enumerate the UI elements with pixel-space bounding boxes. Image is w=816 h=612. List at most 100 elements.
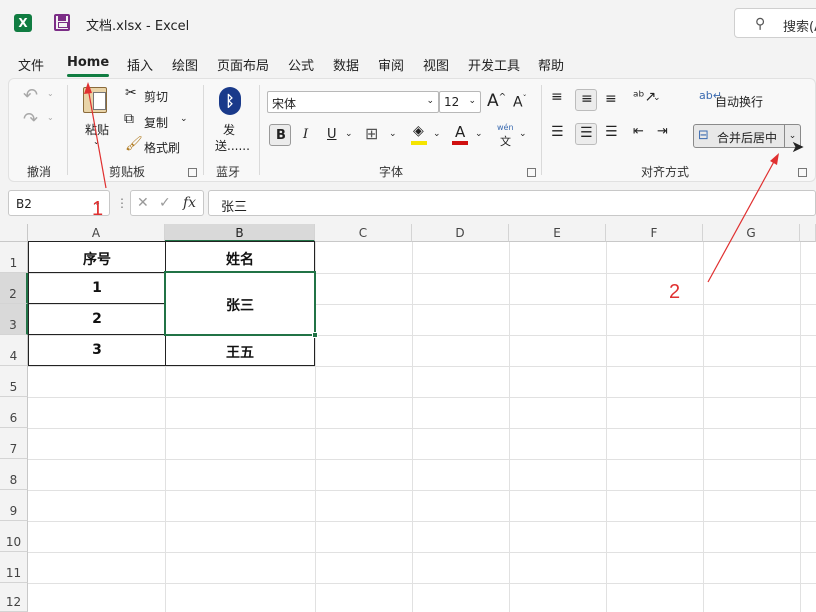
tab-home[interactable]: Home <box>67 55 110 77</box>
cell-a1-text: 序号 <box>83 252 111 268</box>
tab-page-layout[interactable]: 页面布局 <box>217 55 269 74</box>
more-options-icon[interactable]: ⋮ <box>116 196 128 210</box>
tab-view[interactable]: 视图 <box>423 55 449 74</box>
tab-data[interactable]: 数据 <box>333 55 359 74</box>
cut-icon[interactable]: ✂ <box>125 85 137 101</box>
copy-icon[interactable]: ⧉ <box>124 111 134 127</box>
borders-dropdown-icon[interactable]: ⌄ <box>389 129 397 139</box>
copy-dropdown-icon[interactable]: ⌄ <box>180 114 188 124</box>
worksheet-grid[interactable]: A B C D E F G 1 2 3 4 5 6 7 8 9 10 11 12… <box>0 224 816 612</box>
undo-icon[interactable]: ↶ <box>23 85 38 106</box>
font-name-value: 宋体 <box>272 97 297 111</box>
phonetic-guide-top[interactable]: wén <box>497 123 514 132</box>
tab-draw[interactable]: 绘图 <box>172 55 198 74</box>
column-header-next[interactable] <box>800 224 816 242</box>
row-header-5[interactable]: 5 <box>0 366 28 397</box>
cancel-icon[interactable]: ✕ <box>137 195 149 211</box>
format-painter-button[interactable]: 格式刷 <box>144 139 180 156</box>
column-header-d[interactable]: D <box>412 224 509 242</box>
paste-dropdown-icon[interactable]: ⌄ <box>93 137 100 146</box>
font-size-select[interactable]: 12 ⌄ <box>439 91 481 113</box>
merge-center-label: 合并后居中 <box>717 131 778 145</box>
italic-button[interactable]: I <box>303 127 308 142</box>
align-middle-button[interactable]: ≡ <box>575 89 597 111</box>
wrap-text-button[interactable]: 自动换行 <box>715 93 763 110</box>
send-button-line1[interactable]: 发 <box>223 121 235 138</box>
tab-formulas[interactable]: 公式 <box>288 55 314 74</box>
send-button-line2[interactable]: 送...... <box>215 137 250 154</box>
tab-file[interactable]: 文件 <box>18 55 44 74</box>
clipboard-group-label: 剪贴板 <box>109 165 146 179</box>
row-header-9[interactable]: 9 <box>0 490 28 521</box>
paste-icon[interactable] <box>83 87 107 113</box>
increase-font-size-icon[interactable]: A^ <box>487 91 506 111</box>
align-right-icon[interactable]: ☰ <box>605 124 618 140</box>
tab-insert[interactable]: 插入 <box>127 55 153 74</box>
gridline <box>606 242 607 612</box>
column-header-e[interactable]: E <box>509 224 606 242</box>
undo-dropdown-icon[interactable]: ⌄ <box>47 89 54 98</box>
column-header-b[interactable]: B <box>165 224 315 242</box>
row-header-3[interactable]: 3 <box>0 304 28 335</box>
column-header-g[interactable]: G <box>703 224 800 242</box>
row-header-12[interactable]: 12 <box>0 583 28 612</box>
save-icon[interactable] <box>54 14 70 31</box>
underline-button[interactable]: U <box>327 127 337 142</box>
clipboard-launcher-icon[interactable] <box>188 168 197 177</box>
align-left-icon[interactable]: ☰ <box>551 124 564 140</box>
ribbon: ↶ ⌄ ↷ ⌄ 撤消 粘贴 ⌄ ✂ 剪切 ⧉ 复制 ⌄ 🖌 格式刷 剪贴板 ᛒ … <box>8 78 816 182</box>
enter-icon[interactable]: ✓ <box>159 195 171 211</box>
gridline <box>509 242 510 612</box>
font-size-value: 12 <box>444 95 460 109</box>
tab-developer[interactable]: 开发工具 <box>468 55 520 74</box>
increase-indent-icon[interactable]: ⇥ <box>657 124 668 139</box>
gridline <box>28 459 816 460</box>
orientation-dropdown-icon[interactable]: ⌄ <box>653 93 661 103</box>
format-painter-icon[interactable]: 🖌 <box>125 136 143 152</box>
align-center-button[interactable]: ☰ <box>575 123 597 145</box>
row-header-7[interactable]: 7 <box>0 428 28 459</box>
decrease-font-size-icon[interactable]: Aˇ <box>513 94 527 111</box>
row-header-11[interactable]: 11 <box>0 552 28 583</box>
bold-button[interactable]: B <box>269 124 291 146</box>
font-name-select[interactable]: 宋体 ⌄ <box>267 91 439 113</box>
alignment-launcher-icon[interactable] <box>798 168 807 177</box>
gridline <box>800 242 801 612</box>
font-launcher-icon[interactable] <box>527 168 536 177</box>
underline-dropdown-icon[interactable]: ⌄ <box>345 129 353 139</box>
fill-color-dropdown-icon[interactable]: ⌄ <box>433 129 441 139</box>
borders-icon[interactable]: ⊞ <box>365 124 378 143</box>
select-all-corner[interactable] <box>0 224 28 242</box>
column-header-a[interactable]: A <box>28 224 165 242</box>
redo-dropdown-icon[interactable]: ⌄ <box>47 113 54 122</box>
align-middle-icon: ≡ <box>581 91 593 107</box>
copy-button[interactable]: 复制 <box>144 114 168 131</box>
phonetic-dropdown-icon[interactable]: ⌄ <box>519 129 527 139</box>
row-header-8[interactable]: 8 <box>0 459 28 490</box>
decrease-indent-icon[interactable]: ⇤ <box>633 124 644 139</box>
align-top-icon[interactable]: ≡ <box>551 89 563 105</box>
tab-review[interactable]: 审阅 <box>378 55 404 74</box>
insert-function-icon[interactable]: fx <box>183 195 196 211</box>
font-color-dropdown-icon[interactable]: ⌄ <box>475 129 483 139</box>
row-header-10[interactable]: 10 <box>0 521 28 552</box>
column-header-c[interactable]: C <box>315 224 412 242</box>
cut-button[interactable]: 剪切 <box>144 88 168 105</box>
fill-color-icon[interactable]: ◈ <box>413 123 424 139</box>
merge-center-button[interactable]: ⊟ 合并后居中 ⌄ <box>693 124 801 148</box>
row-header-2[interactable]: 2 <box>0 273 28 304</box>
font-color-icon[interactable]: A <box>455 123 465 141</box>
bluetooth-icon[interactable]: ᛒ <box>219 87 241 115</box>
paste-button[interactable]: 粘贴 <box>85 121 109 138</box>
formula-input[interactable]: 张三 <box>208 190 816 216</box>
redo-icon[interactable]: ↷ <box>23 109 38 130</box>
column-header-f[interactable]: F <box>606 224 703 242</box>
phonetic-guide-icon[interactable]: 文 <box>500 133 511 149</box>
align-bottom-icon[interactable]: ≡ <box>605 91 617 107</box>
search-box[interactable]: ⚲ 搜索(A <box>734 8 816 38</box>
tab-help[interactable]: 帮助 <box>538 55 564 74</box>
row-header-1[interactable]: 1 <box>0 242 28 273</box>
row-header-4[interactable]: 4 <box>0 335 28 366</box>
row-header-6[interactable]: 6 <box>0 397 28 428</box>
fill-handle[interactable] <box>312 332 318 338</box>
